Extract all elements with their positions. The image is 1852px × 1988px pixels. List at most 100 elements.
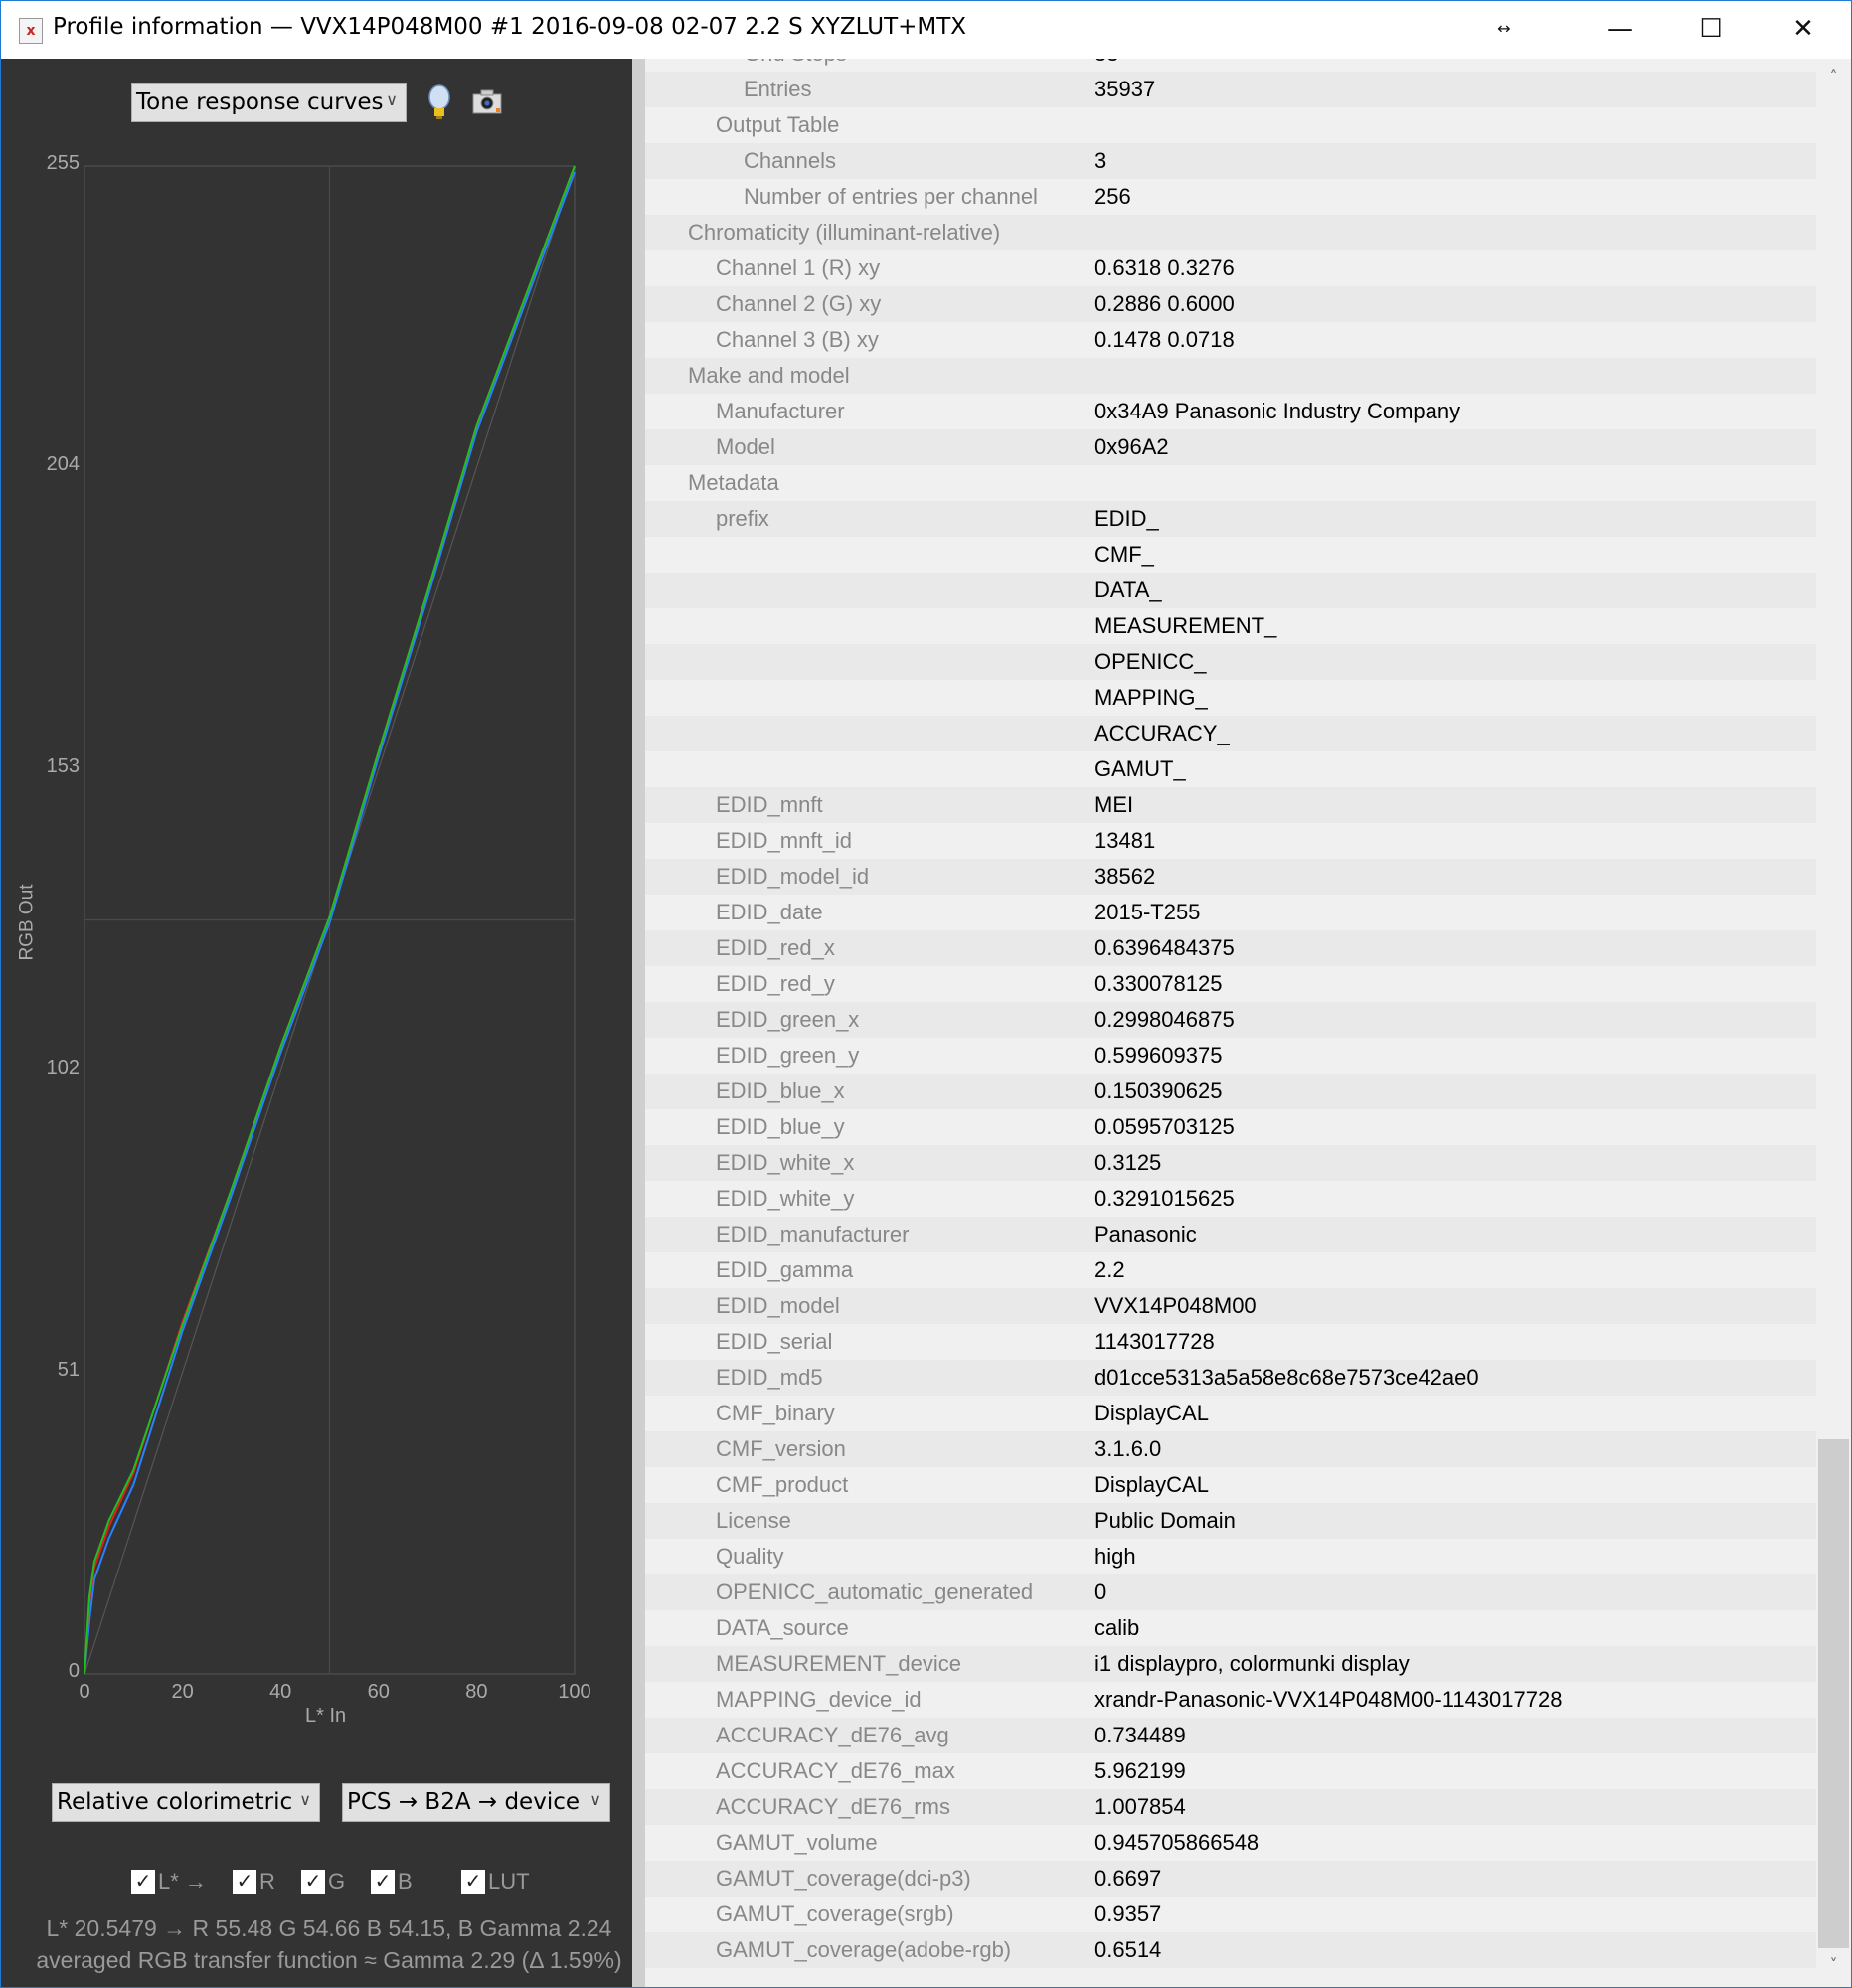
info-row[interactable]: Channel 3 (B) xy 0.1478 0.0718 (645, 322, 1816, 358)
info-row[interactable]: EDID_red_x 0.6396484375 (645, 930, 1816, 966)
info-row[interactable]: MEASUREMENT_ (645, 608, 1816, 644)
info-row[interactable]: EDID_blue_y 0.0595703125 (645, 1109, 1816, 1145)
info-row[interactable]: OPENICC_automatic_generated 0 (645, 1574, 1816, 1610)
info-row[interactable]: Make and model (645, 358, 1816, 394)
info-value: 0.2886 0.6000 (1094, 291, 1235, 316)
info-label: Entries (744, 77, 812, 101)
window-title: Profile information — VVX14P048M00 #1 20… (53, 14, 967, 40)
info-row[interactable]: GAMUT_ (645, 751, 1816, 787)
info-row[interactable]: EDID_model_id 38562 (645, 859, 1816, 895)
info-row[interactable]: CMF_binary DisplayCAL (645, 1396, 1816, 1431)
x-tick-label: 80 (465, 1681, 488, 1703)
scroll-up-icon[interactable]: ˄ (1816, 67, 1851, 85)
info-value: 0.945705866548 (1094, 1830, 1260, 1855)
tone-response-chart (84, 165, 576, 1675)
info-row[interactable]: Number of entries per channel 256 (645, 179, 1816, 215)
info-value: 0.1478 0.0718 (1094, 327, 1235, 352)
info-value: ACCURACY_ (1094, 721, 1230, 746)
info-label: EDID_serial (716, 1329, 833, 1354)
info-row[interactable]: CMF_version 3.1.6.0 (645, 1431, 1816, 1467)
info-row[interactable]: DATA_ (645, 573, 1816, 608)
info-row[interactable]: ACCURACY_dE76_max 5.962199 (645, 1753, 1816, 1789)
info-row[interactable]: EDID_gamma 2.2 (645, 1252, 1816, 1288)
info-row[interactable]: EDID_date 2015-T255 (645, 895, 1816, 930)
info-row[interactable]: EDID_model VVX14P048M00 (645, 1288, 1816, 1324)
info-row[interactable]: GAMUT_volume 0.945705866548 (645, 1825, 1816, 1861)
info-label: Chromaticity (illuminant-relative) (688, 220, 1001, 245)
info-row[interactable]: Grid Steps 33 (645, 59, 1816, 72)
close-button[interactable]: ✕ (1783, 9, 1823, 49)
info-row[interactable]: ACCURACY_dE76_rms 1.007854 (645, 1789, 1816, 1825)
info-label: EDID_green_y (716, 1043, 860, 1068)
info-label: License (716, 1508, 791, 1533)
checkbox-b[interactable]: ✓ B (371, 1869, 413, 1895)
info-row[interactable]: EDID_green_x 0.2998046875 (645, 1002, 1816, 1038)
x-tick-label: 60 (367, 1681, 390, 1703)
vertical-scrollbar[interactable]: ˄ ˅ (1816, 59, 1851, 1987)
info-row[interactable]: GAMUT_coverage(adobe-rgb) 0.6514 (645, 1932, 1816, 1968)
checkbox-r[interactable]: ✓ R (233, 1869, 275, 1895)
maximize-button[interactable]: ☐ (1691, 9, 1731, 49)
info-row[interactable]: CMF_ (645, 537, 1816, 573)
info-row[interactable]: Manufacturer 0x34A9 Panasonic Industry Co… (645, 394, 1816, 429)
info-row[interactable]: EDID_green_y 0.599609375 (645, 1038, 1816, 1074)
info-row[interactable]: EDID_white_x 0.3125 (645, 1145, 1816, 1181)
info-row[interactable]: EDID_manufacturer Panasonic (645, 1217, 1816, 1252)
info-row[interactable]: GAMUT_coverage(srgb) 0.9357 (645, 1897, 1816, 1932)
info-row[interactable]: DATA_source calib (645, 1610, 1816, 1646)
info-label: GAMUT_volume (716, 1830, 878, 1855)
direction-select-value: PCS → B2A → device (347, 1789, 581, 1815)
info-row[interactable]: Metadata (645, 465, 1816, 501)
check-icon: ✓ (371, 1870, 395, 1894)
scroll-down-icon[interactable]: ˅ (1816, 1955, 1851, 1974)
info-value: 0.330078125 (1094, 971, 1223, 996)
info-label: Make and model (688, 363, 850, 388)
info-row[interactable]: Quality high (645, 1539, 1816, 1574)
info-row[interactable]: MAPPING_ (645, 680, 1816, 716)
y-tick-label: 0 (68, 1660, 80, 1682)
info-value: DisplayCAL (1094, 1401, 1209, 1425)
check-icon: ✓ (301, 1870, 325, 1894)
info-row[interactable]: Entries 35937 (645, 72, 1816, 107)
info-row[interactable]: EDID_red_y 0.330078125 (645, 966, 1816, 1002)
info-row[interactable]: Channels 3 (645, 143, 1816, 179)
info-row[interactable]: EDID_white_y 0.3291015625 (645, 1181, 1816, 1217)
scrollbar-thumb[interactable] (1818, 1439, 1849, 1948)
info-row[interactable]: ACCURACY_ (645, 716, 1816, 751)
info-row[interactable]: MEASUREMENT_device i1 displaypro, colormu… (645, 1646, 1816, 1682)
checkbox-lut[interactable]: ✓ LUT (461, 1869, 530, 1895)
info-row[interactable]: License Public Domain (645, 1503, 1816, 1539)
y-tick-label: 204 (46, 453, 80, 476)
checkbox-label: R (259, 1869, 275, 1894)
info-value: Panasonic (1094, 1222, 1197, 1246)
info-row[interactable]: GAMUT_coverage(dci-p3) 0.6697 (645, 1861, 1816, 1897)
info-label: EDID_model (716, 1293, 840, 1318)
rendering-intent-select[interactable]: Relative colorimetric ∨ (52, 1783, 320, 1822)
info-value: 5.962199 (1094, 1758, 1186, 1783)
resize-icon[interactable]: ↔ (1484, 9, 1524, 49)
minimize-button[interactable]: — (1600, 9, 1640, 49)
info-row[interactable]: EDID_mnft_id 13481 (645, 823, 1816, 859)
info-value: xrandr-Panasonic-VVX14P048M00-1143017728 (1094, 1687, 1563, 1712)
info-row[interactable]: MAPPING_device_id xrandr-Panasonic-VVX14P… (645, 1682, 1816, 1718)
info-row[interactable]: Model 0x96A2 (645, 429, 1816, 465)
info-row[interactable]: Output Table (645, 107, 1816, 143)
info-row[interactable]: EDID_blue_x 0.150390625 (645, 1074, 1816, 1109)
info-value: CMF_ (1094, 542, 1154, 567)
info-row[interactable]: Chromaticity (illuminant-relative) (645, 215, 1816, 250)
direction-select[interactable]: PCS → B2A → device ∨ (342, 1783, 610, 1822)
info-row[interactable]: OPENICC_ (645, 644, 1816, 680)
info-value: MEI (1094, 792, 1134, 817)
info-row[interactable]: CMF_product DisplayCAL (645, 1467, 1816, 1503)
info-row[interactable]: prefix EDID_ (645, 501, 1816, 537)
info-row[interactable]: Channel 1 (R) xy 0.6318 0.3276 (645, 250, 1816, 286)
checkbox-g[interactable]: ✓ G (301, 1869, 345, 1895)
info-row[interactable]: EDID_md5 d01cce5313a5a58e8c68e7573ce42ae0 (645, 1360, 1816, 1396)
info-row[interactable]: Channel 2 (G) xy 0.2886 0.6000 (645, 286, 1816, 322)
info-row[interactable]: EDID_mnft MEI (645, 787, 1816, 823)
info-row[interactable]: EDID_serial 1143017728 (645, 1324, 1816, 1360)
checkbox-lstar[interactable]: ✓ L* → (131, 1869, 207, 1895)
info-value: DisplayCAL (1094, 1472, 1209, 1497)
info-row[interactable]: ACCURACY_dE76_avg 0.734489 (645, 1718, 1816, 1753)
panel-splitter[interactable] (632, 59, 645, 1987)
